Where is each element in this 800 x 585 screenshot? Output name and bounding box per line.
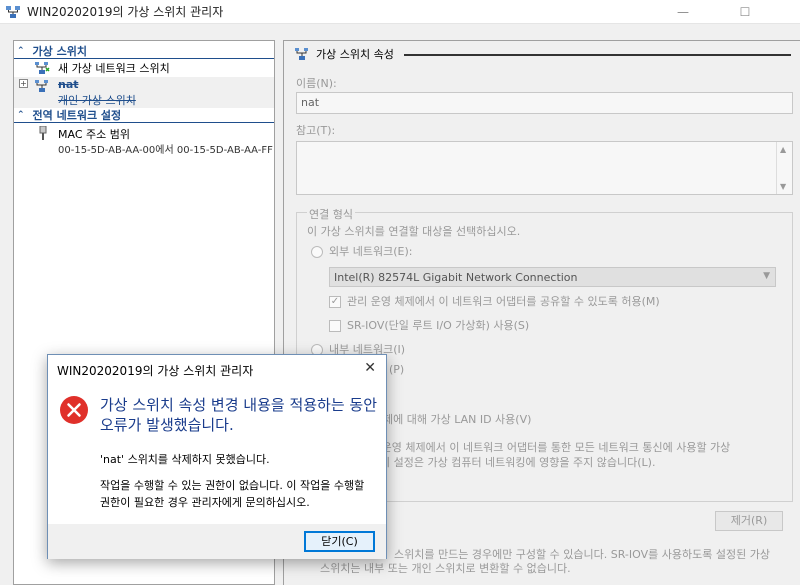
checkmark-icon[interactable]: ✓ bbox=[329, 296, 341, 308]
connection-description: 이 가상 스위치를 연결할 대상을 선택하십시오. bbox=[307, 225, 521, 238]
notes-field[interactable]: ▲ ▼ bbox=[296, 141, 793, 195]
network-switch-icon bbox=[295, 48, 308, 60]
section-label: 가상 스위치 bbox=[32, 45, 87, 58]
external-network-radio[interactable]: 외부 네트워크(E): bbox=[311, 243, 412, 259]
window-title: WIN20202019의 가상 스위치 관리자 bbox=[27, 5, 224, 19]
tree-item-nat[interactable]: + nat 개인 가상 스위치 bbox=[14, 77, 274, 108]
collapse-icon[interactable]: ⌃ bbox=[17, 46, 25, 56]
mac-range-label: MAC 주소 범위 bbox=[58, 128, 130, 141]
dialog-main-message: 가상 스위치 속성 변경 내용을 적용하는 동안 오류가 발생했습니다. bbox=[100, 396, 378, 434]
private-network-label: (P) bbox=[389, 363, 405, 376]
section-virtual-switches[interactable]: ⌃ 가상 스위치 bbox=[14, 44, 274, 59]
network-switch-icon bbox=[35, 80, 48, 92]
nat-switch-name: nat bbox=[58, 78, 79, 91]
panel-header: 가상 스위치 속성 bbox=[294, 46, 394, 62]
connection-type-legend: 연결 형식 bbox=[307, 206, 355, 222]
tree-item-mac-range[interactable]: MAC 주소 범위 00-15-5D-AB-AA-00에서 00-15-5D-A… bbox=[14, 123, 274, 157]
error-dialog: WIN20202019의 가상 스위치 관리자 ✕ 가상 스위치 속성 변경 내… bbox=[47, 354, 387, 559]
external-network-label: 외부 네트워크(E): bbox=[329, 245, 413, 258]
footer-note-2: 스위치는 내부 또는 개인 스위치로 변환할 수 없습니다. bbox=[320, 562, 571, 575]
error-icon bbox=[60, 396, 88, 424]
checkbox-icon[interactable] bbox=[329, 320, 341, 332]
maximize-button[interactable]: ☐ bbox=[722, 0, 768, 24]
sriov-label: SR-IOV(단일 루트 I/O 가상화) 사용(S) bbox=[347, 319, 530, 332]
scroll-up-icon[interactable]: ▲ bbox=[780, 145, 786, 154]
vlan-label: 제에 대해 가상 LAN ID 사용(V) bbox=[383, 413, 532, 426]
vlan-description-1: 리 운영 체제에서 이 네트워크 어댑터를 통한 모든 네트워크 통신에 사용할… bbox=[368, 441, 731, 454]
adapter-selected: Intel(R) 82574L Gigabit Network Connecti… bbox=[334, 271, 578, 284]
mac-range-value: 00-15-5D-AB-AA-00에서 00-15-5D-AB-AA-FF bbox=[58, 145, 273, 156]
nat-switch-type: 개인 가상 스위치 bbox=[58, 94, 136, 107]
vlan-description-2: . 이 설정은 가상 컴퓨터 네트워킹에 영향을 주지 않습니다(L). bbox=[373, 456, 656, 469]
section-label: 전역 네트워크 설정 bbox=[32, 109, 122, 122]
panel-title: 가상 스위치 속성 bbox=[316, 48, 394, 61]
remove-button[interactable]: 제거(R) bbox=[715, 511, 783, 531]
network-cable-icon bbox=[39, 126, 47, 140]
dialog-close-button[interactable]: 닫기(C) bbox=[304, 531, 375, 552]
new-switch-icon bbox=[35, 62, 50, 74]
share-adapter-checkbox[interactable]: ✓ 관리 운영 체제에서 이 네트워크 어댑터를 공유할 수 있도록 허용(M) bbox=[329, 293, 660, 309]
section-global-network[interactable]: ⌃ 전역 네트워크 설정 bbox=[14, 108, 274, 123]
header-divider bbox=[404, 54, 791, 56]
radio-icon[interactable] bbox=[311, 246, 323, 258]
collapse-icon[interactable]: ⌃ bbox=[17, 110, 25, 120]
dialog-detail-2: 작업을 수행할 수 있는 권한이 없습니다. 이 작업을 수행할 권한이 필요한… bbox=[100, 479, 365, 509]
new-switch-label: 새 가상 네트워크 스위치 bbox=[58, 62, 170, 75]
switch-manager-icon bbox=[6, 5, 20, 18]
close-icon[interactable]: ✕ bbox=[364, 360, 376, 376]
adapter-dropdown[interactable]: Intel(R) 82574L Gigabit Network Connecti… bbox=[329, 267, 776, 287]
scroll-down-icon[interactable]: ▼ bbox=[780, 182, 786, 191]
expand-icon[interactable]: + bbox=[19, 79, 28, 88]
tree-item-new-switch[interactable]: 새 가상 네트워크 스위치 bbox=[14, 59, 274, 77]
name-label: 이름(N): bbox=[296, 77, 337, 90]
notes-label: 참고(T): bbox=[296, 124, 336, 137]
chevron-down-icon[interactable]: ▼ bbox=[763, 271, 770, 281]
minimize-button[interactable]: — bbox=[660, 0, 706, 24]
name-field[interactable]: nat bbox=[296, 92, 793, 114]
dialog-title: WIN20202019의 가상 스위치 관리자 bbox=[57, 364, 254, 378]
sriov-checkbox[interactable]: SR-IOV(단일 루트 I/O 가상화) 사용(S) bbox=[329, 317, 529, 333]
dialog-footer: 닫기(C) bbox=[48, 524, 386, 559]
title-bar: WIN20202019의 가상 스위치 관리자 — ☐ bbox=[0, 0, 800, 24]
dialog-title-bar: WIN20202019의 가상 스위치 관리자 ✕ bbox=[48, 355, 386, 383]
notes-scrollbar[interactable]: ▲ ▼ bbox=[776, 142, 792, 194]
share-adapter-label: 관리 운영 체제에서 이 네트워크 어댑터를 공유할 수 있도록 허용(M) bbox=[347, 295, 660, 308]
dialog-detail-1: 'nat' 스위치를 삭제하지 못했습니다. bbox=[100, 453, 270, 466]
